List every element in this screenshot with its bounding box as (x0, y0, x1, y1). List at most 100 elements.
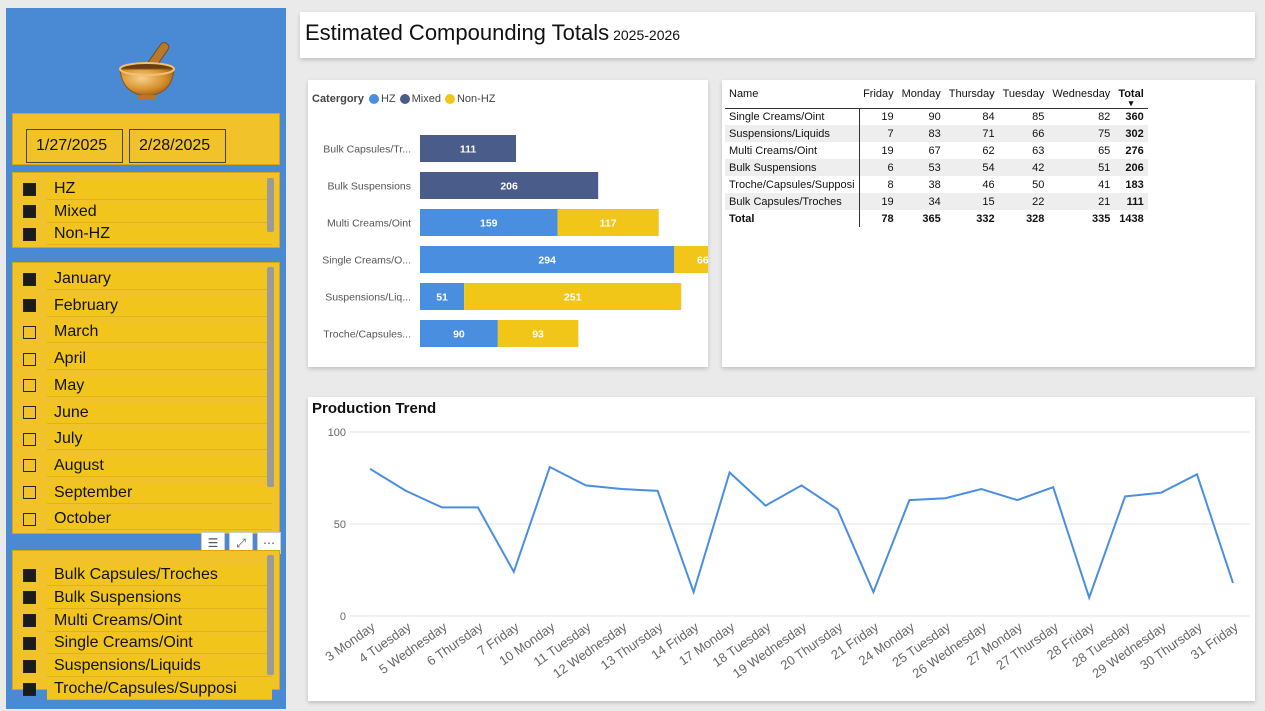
category-item-non-hz[interactable]: Non-HZ (23, 223, 272, 245)
trend-data-point[interactable] (1015, 498, 1020, 503)
month-scrollbar[interactable] (267, 267, 274, 487)
category-scrollbar[interactable] (267, 178, 274, 232)
checkbox[interactable] (23, 614, 36, 628)
value-cell: 62 (982, 144, 995, 157)
trend-data-point[interactable] (763, 503, 768, 508)
product-item-multi-creams-oint[interactable]: Multi Creams/Oint (23, 610, 272, 632)
production-trend-chart[interactable]: Production Trend 0 50 100 3 Monday 4 Tuesday… (308, 397, 1255, 701)
checkbox[interactable] (23, 486, 36, 500)
category-bar-chart[interactable]: Catergory HZ Mixed Non-HZ Bulk Capsules/… (308, 80, 708, 367)
month-item-june[interactable]: June (23, 402, 272, 424)
page-title: Estimated Compounding Totals 2025-2026 (305, 20, 680, 46)
value-cell: 19 (881, 110, 894, 123)
table-row[interactable]: Bulk Suspensions 6 53 54 42 51 206 (725, 159, 1148, 176)
trend-data-point[interactable] (619, 487, 624, 492)
table-row[interactable]: Multi Creams/Oint 19 67 62 63 65 276 (725, 142, 1148, 159)
column-header-friday[interactable]: Friday (859, 86, 898, 108)
checkbox[interactable] (23, 406, 36, 419)
table-row[interactable]: Single Creams/Oint 19 90 84 85 82 360 (725, 108, 1148, 125)
line-chart-plot: 0501003 Monday4 Tuesday5 Wednesday6 Thur… (322, 427, 1250, 681)
trend-data-point[interactable] (1231, 580, 1236, 585)
month-item-october[interactable]: October (23, 508, 272, 531)
trend-data-point[interactable] (979, 487, 984, 492)
product-item-bulk-suspensions[interactable]: Bulk Suspensions (23, 587, 272, 609)
checkbox[interactable] (23, 659, 36, 673)
value-cell: 19 (881, 144, 894, 157)
trend-data-point[interactable] (439, 505, 444, 510)
month-item-august[interactable]: August (23, 455, 272, 477)
category-item-hz[interactable]: HZ (23, 178, 272, 200)
product-item-single-creams-oint[interactable]: Single Creams/Oint (23, 632, 272, 655)
checkbox[interactable] (23, 325, 36, 339)
table-header-row: Name Friday Monday Thursday Tuesday Wednesday… (725, 86, 1148, 108)
value-cell: 53 (897, 159, 945, 176)
table-row[interactable]: Suspensions/Liquids 7 83 71 66 75 302 (725, 125, 1148, 142)
month-item-september[interactable]: September (23, 482, 272, 504)
table-row[interactable]: Bulk Capsules/Troches 19 34 15 22 21 111 (725, 193, 1148, 210)
total-label-cell: Total (725, 210, 860, 227)
checkbox[interactable] (23, 272, 36, 286)
checkbox[interactable] (23, 591, 36, 605)
month-item-july[interactable]: July (23, 428, 272, 451)
month-item-february[interactable]: February (23, 295, 272, 317)
trend-data-point[interactable] (871, 590, 876, 595)
trend-data-point[interactable] (583, 483, 588, 488)
checkbox[interactable] (23, 636, 36, 650)
trend-data-point[interactable] (1051, 485, 1056, 490)
column-header-tuesday[interactable]: Tuesday (999, 86, 1049, 108)
checkbox[interactable] (23, 182, 36, 196)
slicer-item-label: Multi Creams/Oint (54, 611, 183, 629)
checkbox[interactable] (23, 379, 36, 393)
checkbox[interactable] (23, 299, 36, 313)
trend-data-point[interactable] (1195, 472, 1200, 477)
trend-data-point[interactable] (403, 488, 408, 493)
trend-data-point[interactable] (691, 590, 696, 595)
column-header-name[interactable]: Name (725, 86, 859, 108)
checkbox[interactable] (23, 227, 36, 241)
trend-data-point[interactable] (907, 498, 912, 503)
trend-data-point[interactable] (835, 507, 840, 512)
month-item-january[interactable]: January (23, 268, 272, 290)
category-tick-label: Multi Creams/Oint (327, 218, 411, 230)
trend-data-point[interactable] (799, 483, 804, 488)
product-item-troche-capsules-supposi[interactable]: Troche/Capsules/Supposi (23, 678, 272, 700)
checkbox[interactable] (23, 352, 36, 366)
month-item-april[interactable]: April (23, 348, 272, 371)
checkbox[interactable] (23, 512, 36, 526)
page-title-text: Estimated Compounding Totals (305, 20, 610, 45)
trend-data-point[interactable] (1159, 490, 1164, 495)
end-date-input[interactable]: 2/28/2025 (129, 129, 226, 163)
trend-data-point[interactable] (475, 505, 480, 510)
product-scrollbar[interactable] (267, 555, 274, 675)
trend-data-point[interactable] (655, 488, 660, 493)
month-item-march[interactable]: March (23, 321, 272, 344)
trend-data-point[interactable] (368, 466, 373, 471)
table-row[interactable]: Troche/Capsules/Supposi 8 38 46 50 41 183 (725, 176, 1148, 193)
column-header-wednesday[interactable]: Wednesday (1048, 86, 1114, 108)
column-header-total[interactable]: Total ▾ (1114, 86, 1147, 108)
checkbox[interactable] (23, 682, 36, 696)
checkbox[interactable] (23, 432, 36, 446)
trend-data-point[interactable] (727, 470, 732, 475)
trend-data-point[interactable] (547, 464, 552, 469)
trend-data-point[interactable] (943, 496, 948, 501)
checkbox[interactable] (23, 568, 36, 582)
trend-data-point[interactable] (511, 569, 516, 574)
trend-data-point[interactable] (1123, 494, 1128, 499)
category-tick-label: Bulk Suspensions (328, 181, 411, 193)
checkbox[interactable] (23, 459, 36, 473)
product-item-suspensions-liquids[interactable]: Suspensions/Liquids (23, 655, 272, 678)
product-item-bulk-capsules-troches[interactable]: Bulk Capsules/Troches (23, 564, 272, 586)
mortar-and-pestle-icon (119, 42, 175, 100)
month-item-may[interactable]: May (23, 375, 272, 397)
column-header-thursday[interactable]: Thursday (945, 86, 999, 108)
start-date-input[interactable]: 1/27/2025 (26, 129, 123, 163)
total-value-cell: 335 (1091, 212, 1111, 225)
category-item-mixed[interactable]: Mixed (23, 201, 272, 223)
column-header-monday[interactable]: Monday (898, 86, 945, 108)
value-cell: 82 (1098, 110, 1111, 123)
total-value-cell: 78 (881, 212, 894, 225)
trend-data-point[interactable] (1087, 595, 1092, 600)
report-page: 1/27/2025 2/28/2025 HZ Mixed Non-HZ Januar… (0, 0, 1265, 711)
checkbox[interactable] (23, 205, 36, 218)
